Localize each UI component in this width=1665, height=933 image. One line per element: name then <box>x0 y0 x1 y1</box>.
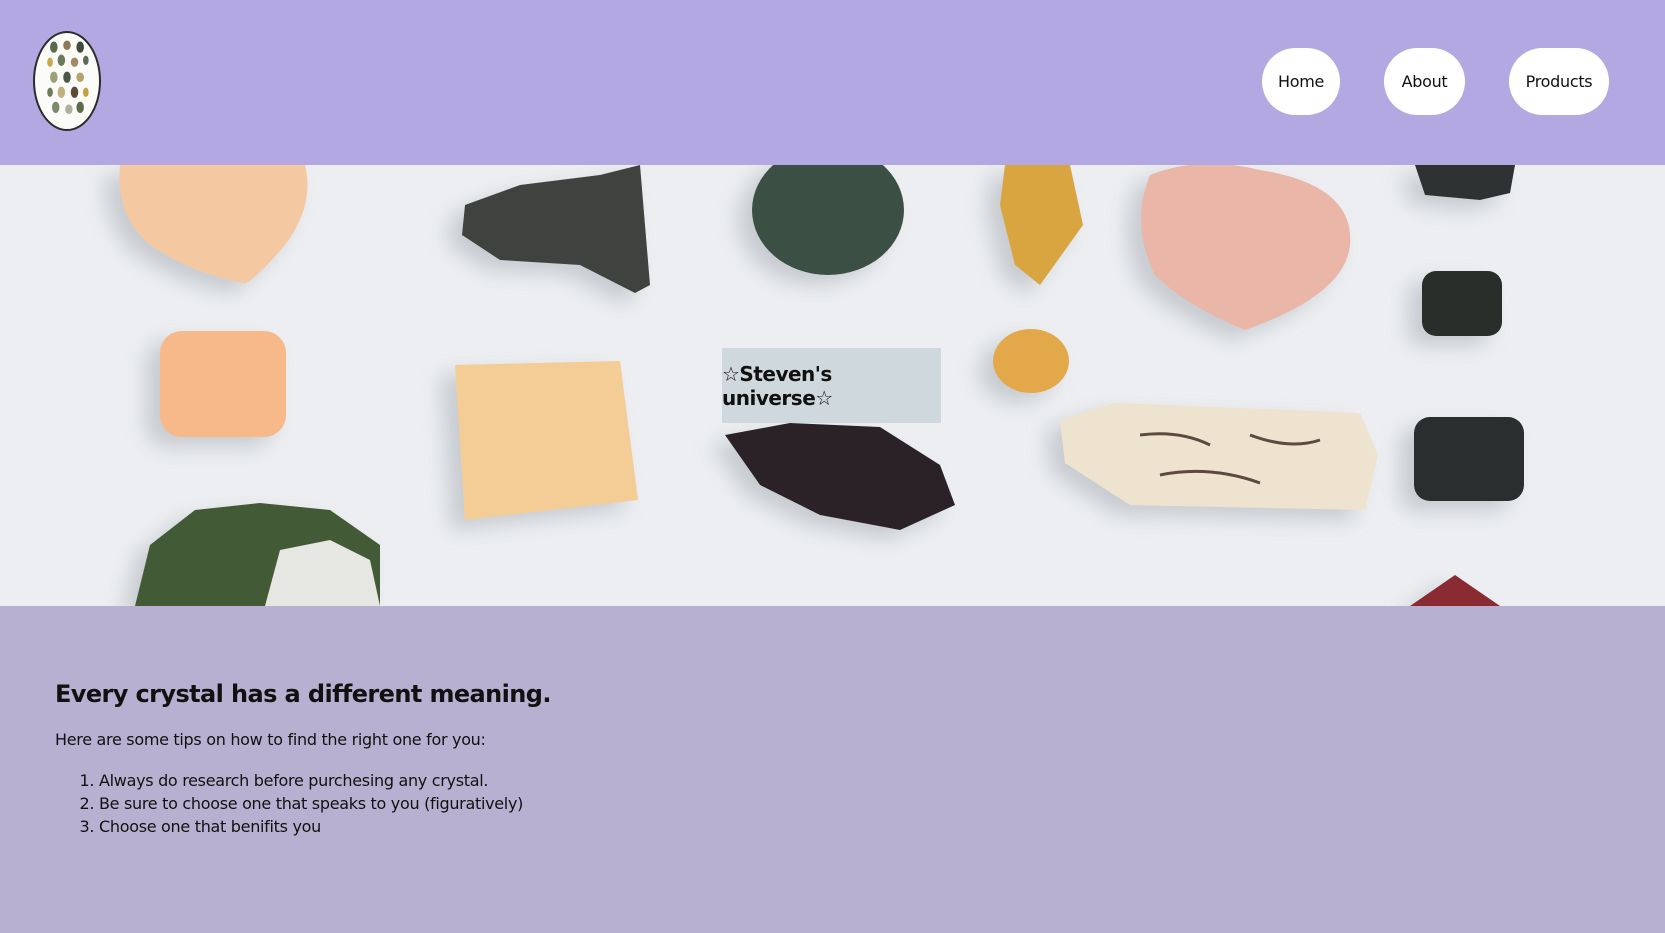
list-item: Be sure to choose one that speaks to you… <box>99 792 955 815</box>
site-header: Home About Products <box>0 0 1665 165</box>
intro-text: Here are some tips on how to find the ri… <box>55 730 486 749</box>
crystal-logo-icon[interactable] <box>33 31 101 131</box>
main-content: Every crystal has a different meaning. H… <box>55 680 955 838</box>
hero-banner: ☆Steven's universe☆ <box>0 165 1665 606</box>
nav-about-button[interactable]: About <box>1384 48 1465 115</box>
list-item: Always do research before purchesing any… <box>99 769 955 792</box>
list-item: Choose one that benifits you <box>99 815 955 838</box>
tips-list: Always do research before purchesing any… <box>55 769 955 838</box>
hero-title-text: ☆Steven's universe☆ <box>722 361 833 410</box>
logo-crystals-graphic <box>47 40 89 114</box>
hero-title-box: ☆Steven's universe☆ <box>722 348 941 423</box>
nav-products-button[interactable]: Products <box>1509 48 1609 115</box>
nav-home-button[interactable]: Home <box>1262 48 1340 115</box>
section-heading: Every crystal has a different meaning. <box>55 680 551 708</box>
